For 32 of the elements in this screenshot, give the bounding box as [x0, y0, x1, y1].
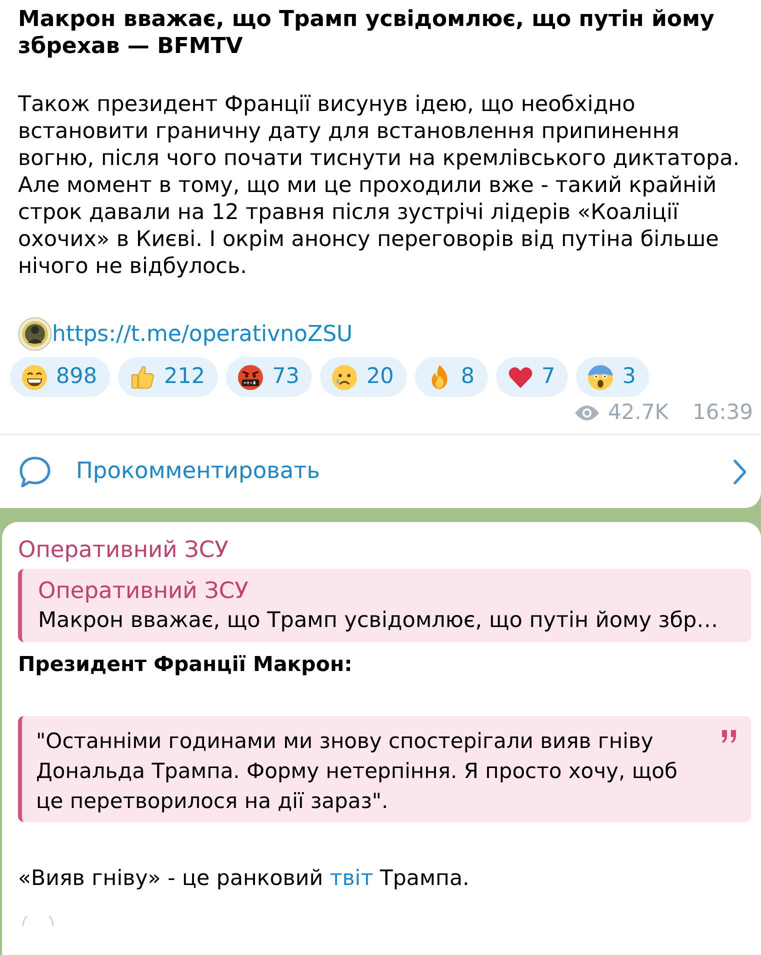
avatar-icon [18, 317, 52, 351]
reaction-button[interactable]: 20 [320, 357, 407, 397]
post-title: Макрон вважає, що Трамп усвідомлює, що путін йому збрехав — BFMTV [18, 6, 716, 60]
reaction-button[interactable]: 212 [118, 357, 218, 397]
reply-preview[interactable]: Оперативний ЗСУ Макрон вважає, що Трамп усвідомлює, що путін йому збр… [18, 569, 751, 642]
quote-text: "Останніми годинами ми знову спостерігали вияв гніву Дональда Трампа. Форму нетерпіння. Я просто хочу, щоб це перетворилося на дії зараз". [36, 728, 678, 815]
view-count: 42.7K [608, 399, 668, 426]
chevron-right-icon [733, 458, 747, 484]
reaction-button[interactable]: 3 [576, 357, 649, 397]
eye-icon [574, 404, 600, 422]
sender-name: Оперативний ЗСУ [18, 537, 230, 563]
thumbs-up-icon [129, 364, 156, 390]
reaction-button[interactable]: 73 [226, 357, 312, 397]
cursing-face-icon [237, 364, 264, 390]
avatar-icon [22, 916, 54, 926]
message-text: «Вияв гніву» - це ранковий твіт Трампа. [18, 865, 470, 892]
reply-sender: Оперативний ЗСУ [38, 577, 250, 606]
post-text: Також президент Франції висунув ідею, що необхідно встановити граничну дату для встановлення припинення вогню, після чого почати тиснути на кремлівського диктатора. Але момент в тому, що ми це проходили вже - такий крайній строк давали на 12 травня після зустрічі лідерів «Коаліції охочих» в Києві. І окрім анонсу переговорів від путіна більше нічого не відбулось. [18, 91, 741, 280]
screaming-face-icon [587, 364, 614, 390]
comment-button[interactable]: Прокомментировать [0, 435, 761, 508]
reaction-button[interactable]: 7 [496, 357, 568, 397]
message-time: 16:39 [692, 399, 753, 426]
tweet-link[interactable]: твіт [330, 866, 374, 891]
reply-text: Макрон вважає, що Трамп усвідомлює, що путін йому збр… [38, 607, 720, 635]
quote-mark-icon [721, 730, 737, 743]
crying-face-icon [331, 364, 358, 390]
channel-link[interactable]: https://t.me/operativnoZSU [52, 318, 353, 350]
grinning-face-icon [21, 364, 48, 390]
speech-bubble-icon [18, 454, 52, 488]
reaction-button[interactable]: 8 [414, 357, 488, 397]
reaction-button[interactable]: 898 [10, 357, 110, 397]
message-text: Президент Франції Макрон: [18, 651, 354, 678]
